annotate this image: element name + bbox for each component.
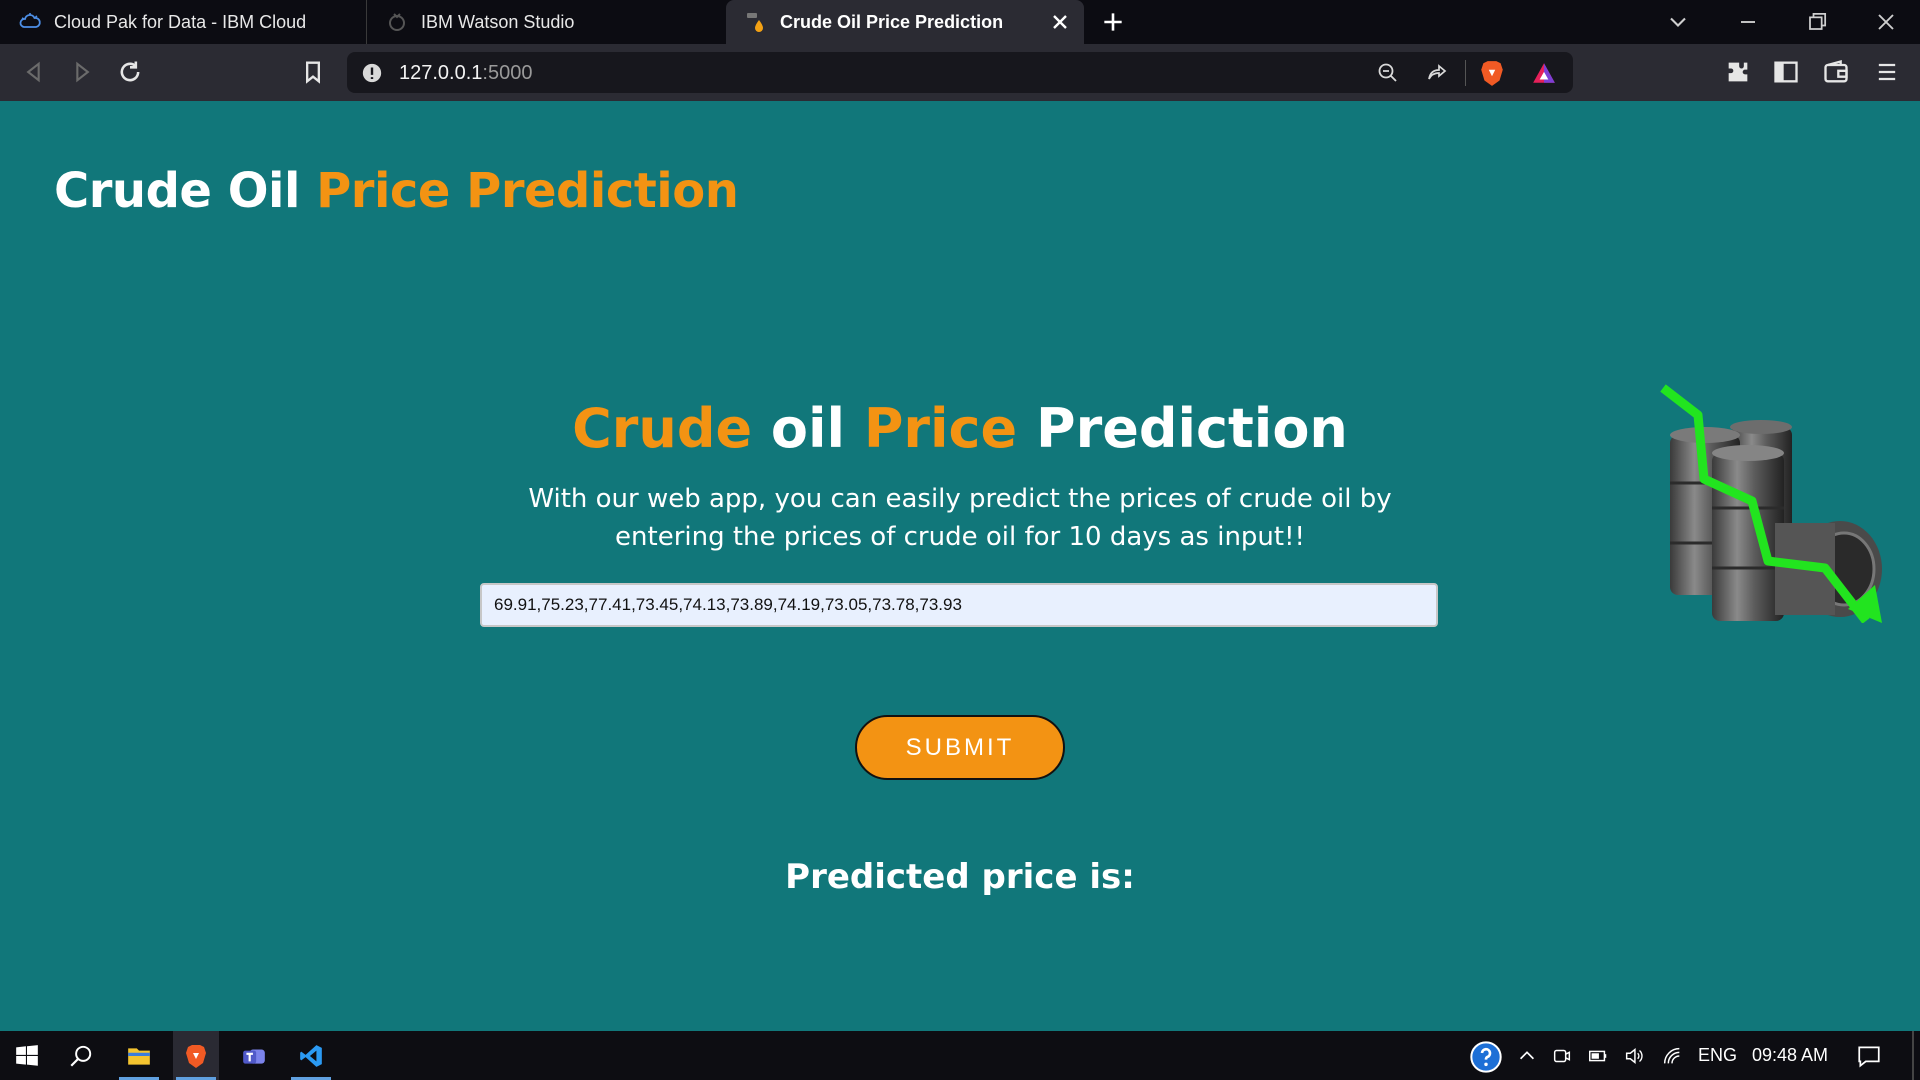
tab-title: Crude Oil Price Prediction	[780, 11, 1004, 32]
browser-tab-strip: Cloud Pak for Data - IBM Cloud IBM Watso…	[0, 0, 1920, 44]
language-indicator[interactable]: ENG	[1698, 1045, 1737, 1066]
search-icon	[70, 1045, 92, 1067]
show-desktop-button[interactable]	[1912, 1031, 1914, 1080]
url-text[interactable]: 127.0.0.1:5000	[399, 62, 532, 85]
taskbar-vscode[interactable]	[288, 1031, 334, 1080]
reload-icon[interactable]	[116, 58, 144, 86]
wallet-icon[interactable]	[1822, 58, 1850, 86]
teams-icon	[243, 1049, 265, 1064]
start-button[interactable]	[4, 1031, 50, 1080]
tab-title: Cloud Pak for Data - IBM Cloud	[54, 11, 307, 32]
oil-barrels-falling-arrow-image	[1660, 384, 1882, 623]
menu-icon[interactable]	[1873, 58, 1901, 86]
site-info-icon[interactable]	[361, 62, 383, 84]
share-icon[interactable]	[1425, 61, 1449, 85]
camera-icon[interactable]	[1551, 1045, 1573, 1067]
folder-icon	[128, 1047, 150, 1065]
minimize-icon[interactable]	[1734, 8, 1762, 36]
cloud-icon	[18, 10, 42, 34]
tab-watson-studio[interactable]: IBM Watson Studio	[366, 0, 724, 44]
web-page: Crude Oil Price Prediction Crude oil Pri…	[0, 101, 1920, 1031]
taskbar-brave[interactable]	[173, 1031, 219, 1080]
notifications-icon[interactable]	[1856, 1043, 1882, 1069]
hero-title: Crude oil Price Prediction	[572, 397, 1348, 460]
oil-drop-icon	[744, 10, 768, 34]
vscode-icon	[300, 1044, 322, 1067]
search-button[interactable]	[58, 1031, 104, 1080]
battery-icon[interactable]	[1586, 1045, 1610, 1067]
tab-crude-oil[interactable]: Crude Oil Price Prediction	[726, 0, 1084, 44]
brave-rewards-icon[interactable]	[1531, 60, 1557, 86]
address-bar[interactable]: 127.0.0.1:5000	[347, 52, 1573, 93]
back-icon[interactable]	[20, 58, 48, 86]
volume-icon[interactable]	[1622, 1045, 1646, 1067]
sidebar-icon[interactable]	[1772, 58, 1800, 86]
prices-input[interactable]	[480, 583, 1438, 627]
forward-icon[interactable]	[68, 58, 96, 86]
taskbar-file-explorer[interactable]	[116, 1031, 162, 1080]
brave-icon	[186, 1044, 206, 1068]
windows-icon	[16, 1044, 38, 1066]
windows-taskbar: ENG 09:48 AM	[0, 1031, 1920, 1080]
restore-icon[interactable]	[1803, 8, 1831, 36]
toolbar-divider	[1465, 60, 1466, 86]
tab-cloud-pak[interactable]: Cloud Pak for Data - IBM Cloud	[0, 0, 365, 44]
submit-button[interactable]: SUBMIT	[855, 715, 1065, 780]
watson-icon	[385, 10, 409, 34]
wifi-icon[interactable]	[1660, 1045, 1684, 1067]
chevron-up-icon[interactable]	[1516, 1045, 1538, 1067]
help-icon[interactable]	[1470, 1041, 1502, 1073]
zoom-icon[interactable]	[1376, 61, 1400, 85]
tab-title: IBM Watson Studio	[421, 11, 575, 32]
close-window-icon[interactable]	[1872, 8, 1900, 36]
close-tab-icon[interactable]	[1048, 10, 1072, 34]
predicted-price-label: Predicted price is:	[785, 857, 1135, 897]
site-brand: Crude Oil Price Prediction	[54, 163, 739, 219]
bookmark-icon[interactable]	[299, 58, 327, 86]
hero-description: With our web app, you can easily predict…	[528, 484, 1392, 552]
tab-search-chevron-icon[interactable]	[1664, 8, 1692, 36]
extensions-icon[interactable]	[1724, 58, 1752, 86]
taskbar-teams[interactable]	[231, 1031, 277, 1080]
clock[interactable]: 09:48 AM	[1752, 1045, 1828, 1066]
brave-shield-icon[interactable]	[1479, 59, 1505, 87]
new-tab-icon[interactable]	[1100, 9, 1126, 35]
browser-toolbar: 127.0.0.1:5000	[0, 44, 1920, 101]
